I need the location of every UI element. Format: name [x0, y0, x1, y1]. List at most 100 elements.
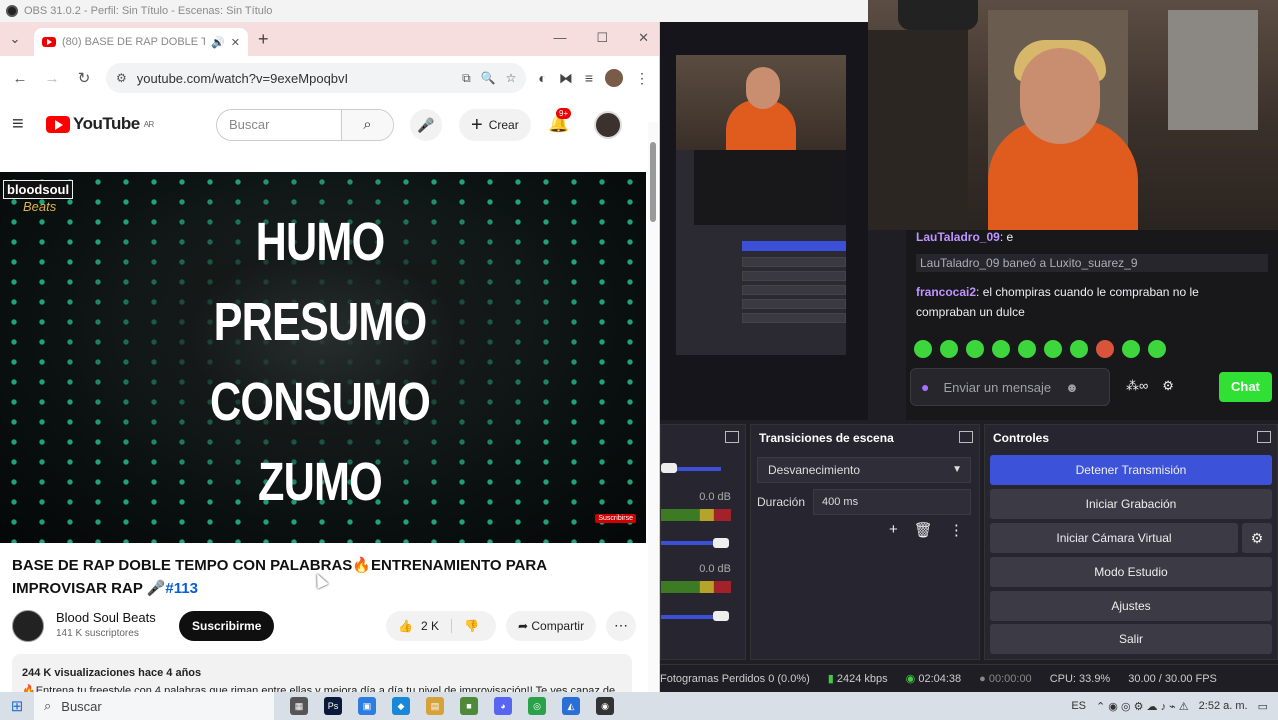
bookmark-star-icon[interactable]: ☆ [506, 71, 517, 85]
maximize-button[interactable]: ☐ [596, 30, 608, 46]
search-icon[interactable]: ⌕ [341, 110, 393, 140]
video-player[interactable]: bloodsoul Beats HUMO PRESUMO CONSUMO ZUM… [0, 172, 646, 543]
url-field[interactable]: ⚙ youtube.com/watch?v=9exeMpoqbvI ⧉ 🔍 ☆ [106, 63, 527, 93]
notification-center-icon[interactable]: ▭ [1258, 700, 1268, 713]
zoom-icon[interactable]: 🔍 [481, 71, 496, 85]
preview-row [742, 299, 846, 309]
subscribe-button[interactable]: Suscribirme [179, 611, 275, 641]
chat-input[interactable]: ● Enviar un mensaje ☻ [910, 368, 1110, 406]
undock-icon[interactable] [725, 431, 739, 443]
like-button[interactable]: 👍 2 K [386, 619, 452, 633]
hashtag-link[interactable]: #113 [165, 580, 198, 597]
undock-icon[interactable] [1257, 431, 1271, 443]
extension-icon[interactable]: ◐ [538, 70, 546, 86]
preview-blue-button [742, 241, 846, 251]
transition-select[interactable]: Desvanecimiento ▼ [757, 457, 971, 483]
scene-transitions-panel: Transiciones de escena Desvanecimiento ▼… [750, 424, 980, 660]
duration-spinbox[interactable]: 400 ms [813, 489, 971, 515]
photoshop-icon[interactable]: Ps [324, 697, 342, 715]
minecraft-icon[interactable]: ■ [460, 697, 478, 715]
stop-streaming-button[interactable]: Detener Transmisión [990, 455, 1272, 485]
obs-taskbar-icon[interactable]: ◉ [596, 697, 614, 715]
profile-avatar[interactable] [605, 69, 623, 87]
volume-knob[interactable] [661, 463, 677, 473]
tab-close-icon[interactable]: ✕ [231, 36, 240, 49]
account-avatar[interactable] [594, 111, 622, 139]
vscode-icon[interactable]: ◆ [392, 697, 410, 715]
youtube-logo[interactable]: YouTube AR [46, 114, 154, 134]
notifications-bell-icon[interactable]: 🔔 9+ [548, 108, 572, 134]
store-icon[interactable]: ▣ [358, 697, 376, 715]
more-actions-icon[interactable]: ⋯ [606, 611, 636, 641]
undock-icon[interactable] [959, 431, 973, 443]
page-scrollbar[interactable] [648, 122, 658, 692]
forward-icon[interactable]: → [42, 70, 62, 87]
close-button[interactable]: ✕ [638, 30, 649, 46]
chat-text: : e [999, 230, 1014, 244]
back-icon[interactable]: ← [10, 70, 30, 87]
exit-button[interactable]: Salir [990, 624, 1272, 654]
channel-name[interactable]: Blood Soul Beats [56, 610, 156, 625]
cast-icon[interactable]: ⧉ [462, 71, 471, 86]
settings-button[interactable]: Ajustes [990, 591, 1272, 621]
bits-icon[interactable]: ⁂∞ [1126, 378, 1148, 394]
volume-slider[interactable] [661, 615, 721, 619]
description-box[interactable]: 244 K visualizaciones hace 4 años 🔥Entre… [12, 654, 632, 692]
channel-avatar[interactable] [12, 610, 44, 642]
tab-youtube[interactable]: (80) BASE DE RAP DOBLE TI 🔊 ✕ [34, 28, 248, 56]
chrome-icon[interactable]: ◎ [528, 697, 546, 715]
transitions-header: Transiciones de escena [751, 425, 979, 451]
app-icon[interactable]: ◭ [562, 697, 580, 715]
puzzle-icon[interactable]: ⧓ [559, 70, 573, 87]
broadcast-icon: ◉ [905, 673, 919, 685]
virtual-camera-settings-icon[interactable]: ⚙ [1242, 523, 1272, 553]
start-recording-button[interactable]: Iniciar Grabación [990, 489, 1272, 519]
minimize-button[interactable]: — [553, 30, 566, 46]
voice-search-icon[interactable]: 🎤 [410, 109, 442, 141]
speaker-icon[interactable]: 🔊 [211, 36, 225, 49]
scrollbar-thumb[interactable] [650, 142, 656, 222]
create-button[interactable]: + Crear [459, 109, 531, 141]
discord-icon[interactable]: ◕ [494, 697, 512, 715]
volume-knob[interactable] [713, 611, 729, 621]
watermark-line1: bloodsoul [3, 180, 74, 199]
trash-icon[interactable]: 🗑 [914, 521, 933, 539]
language-indicator[interactable]: ES [1071, 700, 1086, 712]
start-virtual-camera-button[interactable]: Iniciar Cámara Virtual [990, 523, 1238, 553]
chat-send-button[interactable]: Chat [1219, 372, 1272, 402]
tray-icons[interactable]: ⌃ ◉ ◎ ⚙ ☁ ♪ ⌁ ⚠ [1096, 700, 1189, 713]
windows-start-icon[interactable]: ⊞ [0, 697, 34, 715]
taskbar-search[interactable]: ⌕ Buscar [34, 692, 274, 720]
chat-username[interactable]: LauTaladro_09 [916, 230, 1000, 244]
playlist-icon[interactable]: ≡ [585, 70, 593, 86]
more-icon[interactable]: ⋮ [949, 521, 964, 539]
emote-icon [1148, 340, 1166, 358]
chat-mic-icon[interactable]: ● [921, 379, 929, 395]
chat-username[interactable]: francocai2 [916, 285, 976, 299]
files-icon[interactable]: ▤ [426, 697, 444, 715]
volume-slider[interactable] [661, 541, 721, 545]
reload-icon[interactable]: ↻ [74, 69, 94, 87]
hamburger-icon[interactable]: ≡ [12, 113, 46, 136]
clock[interactable]: 2:52 a. m. [1199, 700, 1248, 712]
chat-settings-icon[interactable]: ⚙ [1162, 378, 1174, 394]
tab-search-icon[interactable]: ⌄ [0, 31, 30, 47]
youtube-logo-text: YouTube [73, 114, 140, 133]
volume-knob[interactable] [713, 538, 729, 548]
menu-dots-icon[interactable]: ⋮ [635, 70, 649, 87]
webcam-feed [868, 0, 1278, 230]
controls-panel: Controles Detener Transmisión Iniciar Gr… [984, 424, 1278, 660]
share-button[interactable]: ➦ Compartir [506, 611, 597, 641]
emoji-icon[interactable]: ☻ [1065, 380, 1079, 395]
lyric-line: PRESUMO [213, 292, 428, 352]
add-icon[interactable]: + [889, 521, 898, 539]
lyric-line: ZUMO [258, 452, 383, 512]
studio-mode-button[interactable]: Modo Estudio [990, 557, 1272, 587]
task-view-icon[interactable]: ▦ [290, 697, 308, 715]
site-info-icon[interactable]: ⚙ [116, 71, 127, 85]
youtube-play-icon [46, 115, 70, 133]
new-tab-button[interactable]: + [258, 29, 269, 50]
dislike-button[interactable]: 👎 [452, 619, 491, 633]
video-subscribe-badge[interactable]: Suscribirse [595, 514, 636, 523]
search-input[interactable]: Buscar [217, 110, 341, 140]
